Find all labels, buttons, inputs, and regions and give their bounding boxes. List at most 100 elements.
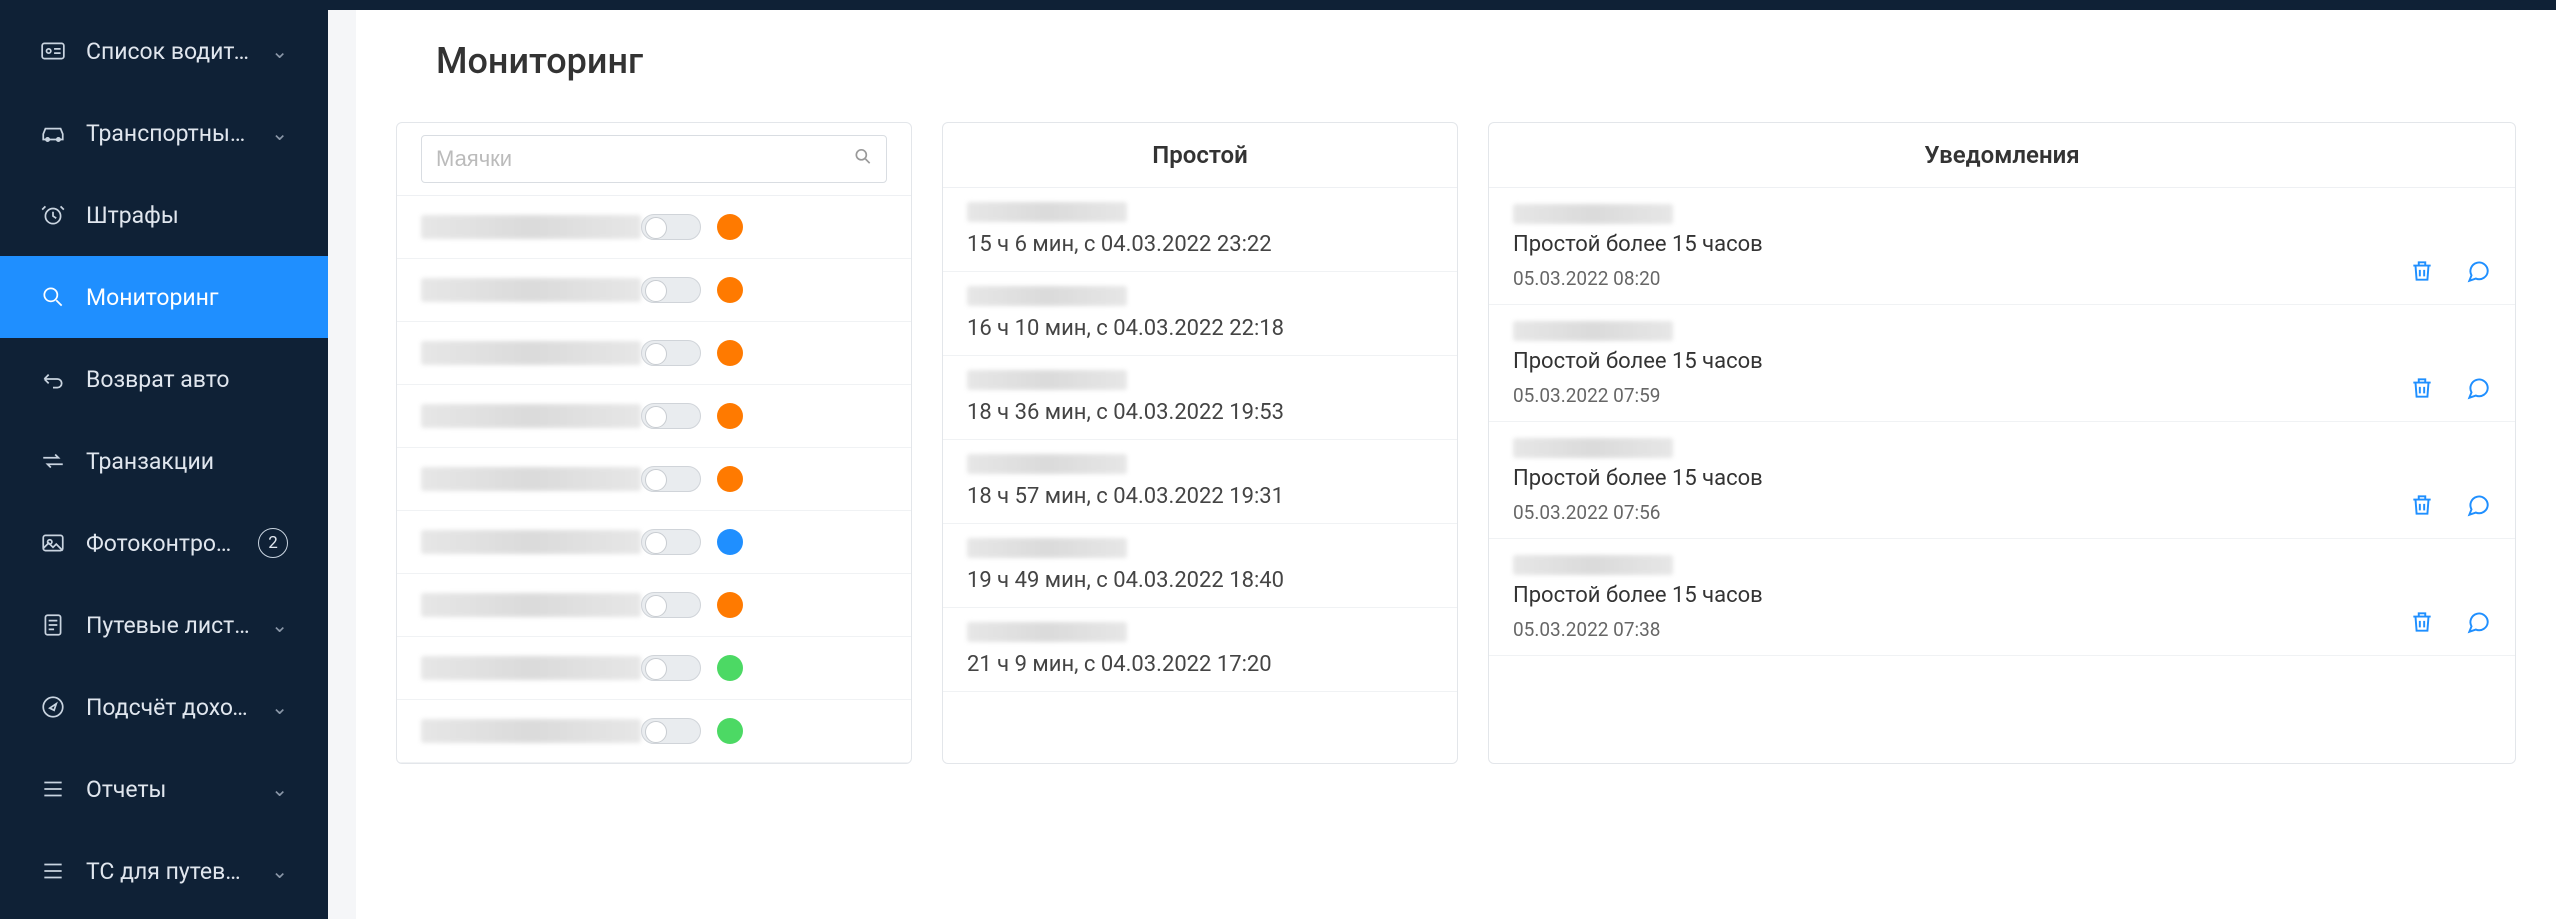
sidebar-item-label: ТС для путевых ... [86,858,251,885]
message-icon[interactable] [2465,258,2491,288]
sidebar-item-label: Список водителей [86,38,251,65]
beacon-toggle[interactable] [641,340,701,366]
beacon-row[interactable] [397,700,911,763]
list-icon [40,776,66,802]
notification-title: Простой более 15 часов [1513,232,2491,257]
sidebar-item-waybills[interactable]: Путевые листы ⌄ [0,584,328,666]
vehicle-id-blurred [967,202,1127,222]
sidebar: Список водителей ⌄ Транспортные с... ⌄ Ш… [0,0,328,919]
beacon-row[interactable] [397,511,911,574]
sidebar-item-label: Мониторинг [86,284,288,311]
chevron-down-icon: ⌄ [271,613,288,637]
search-input[interactable] [421,135,887,183]
beacon-row[interactable] [397,322,911,385]
notification-date: 05.03.2022 07:56 [1513,501,2491,524]
vehicle-id-blurred [967,370,1127,390]
downtime-row[interactable]: 16 ч 10 мин, с 04.03.2022 22:18 [943,272,1457,356]
downtime-text: 18 ч 57 мин, с 04.03.2022 19:31 [967,484,1433,509]
sidebar-item-monitoring[interactable]: Мониторинг [0,256,328,338]
sidebar-item-label: Штрафы [86,202,288,229]
beacon-row[interactable] [397,196,911,259]
downtime-text: 21 ч 9 мин, с 04.03.2022 17:20 [967,652,1433,677]
beacon-name-blurred [421,278,641,302]
chevron-down-icon: ⌄ [271,777,288,801]
beacon-toggle[interactable] [641,655,701,681]
beacon-name-blurred [421,593,641,617]
beacon-name-blurred [421,530,641,554]
notifications-header: Уведомления [1489,123,2515,188]
search-icon[interactable] [853,147,873,172]
notification-row: Простой более 15 часов05.03.2022 08:20 [1489,188,2515,305]
sidebar-item-transactions[interactable]: Транзакции [0,420,328,502]
beacon-row[interactable] [397,637,911,700]
sidebar-item-income[interactable]: Подсчёт дохода ⌄ [0,666,328,748]
message-icon[interactable] [2465,492,2491,522]
delete-icon[interactable] [2409,609,2435,639]
transfer-icon [40,448,66,474]
beacon-name-blurred [421,656,641,680]
status-dot [717,529,743,555]
chevron-down-icon: ⌄ [271,39,288,63]
search-wrap [397,123,911,196]
status-dot [717,340,743,366]
document-icon [40,612,66,638]
vehicle-id-blurred [967,454,1127,474]
status-dot [717,277,743,303]
sidebar-item-reports[interactable]: Отчеты ⌄ [0,748,328,830]
sidebar-item-label: Транзакции [86,448,288,475]
delete-icon[interactable] [2409,375,2435,405]
sidebar-item-return[interactable]: Возврат авто [0,338,328,420]
beacon-toggle[interactable] [641,529,701,555]
sidebar-item-waybill-vehicles[interactable]: ТС для путевых ... ⌄ [0,830,328,912]
main: Мониторинг Простой 15 ч 6 мин, с 04.03. [328,0,2556,919]
status-dot [717,214,743,240]
beacon-toggle[interactable] [641,214,701,240]
beacon-row[interactable] [397,448,911,511]
notification-row: Простой более 15 часов05.03.2022 07:38 [1489,539,2515,656]
sidebar-item-label: Отчеты [86,776,251,803]
vehicle-id-blurred [967,286,1127,306]
sidebar-item-drivers[interactable]: Список водителей ⌄ [0,10,328,92]
beacon-name-blurred [421,215,641,239]
sidebar-item-vehicles[interactable]: Транспортные с... ⌄ [0,92,328,174]
beacon-toggle[interactable] [641,277,701,303]
beacon-toggle[interactable] [641,718,701,744]
sidebar-item-photocontrol[interactable]: Фотоконтроль 2 [0,502,328,584]
vehicle-id-blurred [967,538,1127,558]
beacon-toggle[interactable] [641,592,701,618]
list2-icon [40,858,66,884]
downtime-row[interactable]: 15 ч 6 мин, с 04.03.2022 23:22 [943,188,1457,272]
delete-icon[interactable] [2409,492,2435,522]
page-title: Мониторинг [436,40,2516,82]
vehicle-id-blurred [1513,555,1673,575]
message-icon[interactable] [2465,609,2491,639]
beacon-name-blurred [421,404,641,428]
downtime-row[interactable]: 18 ч 57 мин, с 04.03.2022 19:31 [943,440,1457,524]
delete-icon[interactable] [2409,258,2435,288]
downtime-row[interactable]: 19 ч 49 мин, с 04.03.2022 18:40 [943,524,1457,608]
status-dot [717,718,743,744]
downtime-row[interactable]: 18 ч 36 мин, с 04.03.2022 19:53 [943,356,1457,440]
sidebar-item-label: Путевые листы [86,612,251,639]
beacon-row[interactable] [397,574,911,637]
beacon-toggle[interactable] [641,466,701,492]
image-icon [40,530,66,556]
notification-title: Простой более 15 часов [1513,349,2491,374]
downtime-text: 18 ч 36 мин, с 04.03.2022 19:53 [967,400,1433,425]
sidebar-item-label: Фотоконтроль [86,530,238,557]
status-dot [717,592,743,618]
sidebar-item-fines[interactable]: Штрафы [0,174,328,256]
compass-icon [40,694,66,720]
notification-title: Простой более 15 часов [1513,583,2491,608]
downtime-row[interactable]: 21 ч 9 мин, с 04.03.2022 17:20 [943,608,1457,692]
beacon-toggle[interactable] [641,403,701,429]
beacon-row[interactable] [397,385,911,448]
vehicle-id-blurred [1513,438,1673,458]
car-icon [40,120,66,146]
id-card-icon [40,38,66,64]
message-icon[interactable] [2465,375,2491,405]
vehicle-id-blurred [1513,204,1673,224]
vehicle-id-blurred [1513,321,1673,341]
beacon-row[interactable] [397,259,911,322]
search-icon [40,284,66,310]
